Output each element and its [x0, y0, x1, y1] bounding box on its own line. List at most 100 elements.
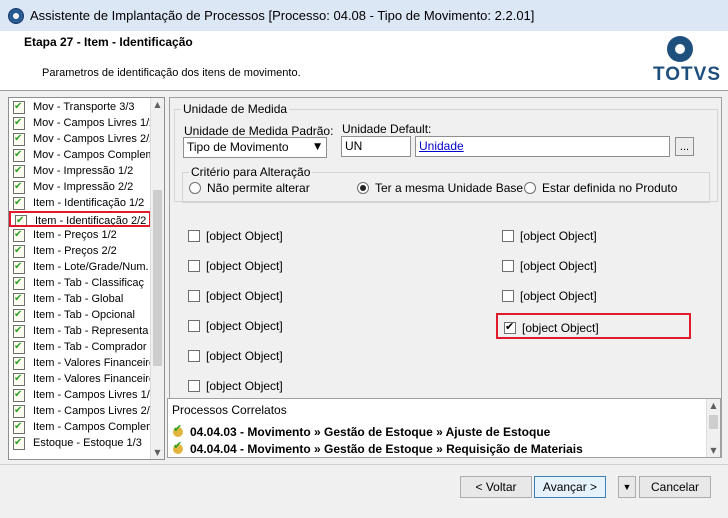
check-icon: [13, 147, 25, 163]
next-button[interactable]: Avançar >: [534, 476, 606, 498]
steps-tree[interactable]: Mov - Transporte 3/3 Mov - Campos Livres …: [8, 97, 165, 460]
check-icon: [13, 99, 25, 115]
tree-item[interactable]: Mov - Impressão 2/2: [9, 179, 151, 195]
tree-item[interactable]: Mov - Impressão 1/2: [9, 163, 151, 179]
tree-item[interactable]: Item - Lote/Grade/Num.: [9, 259, 151, 275]
step-title: Etapa 27 - Item - Identificação: [24, 35, 193, 49]
tree-item[interactable]: Item - Tab - Comprador: [9, 339, 151, 355]
check-icon: [13, 115, 25, 131]
check-icon: [13, 259, 25, 275]
processos-scrollbar[interactable]: ▲ ▼: [706, 399, 720, 457]
check-icon: [13, 243, 25, 259]
tree-item[interactable]: Item - Tab - Representa: [9, 323, 151, 339]
checkbox[interactable]: [502, 230, 514, 242]
tree-item-label: Item - Identificação 1/2: [33, 197, 145, 209]
unidade-padrao-select[interactable]: Tipo de Movimento ▼: [183, 137, 327, 158]
tree-item-selected[interactable]: Item - Identificação 2/2: [9, 211, 151, 227]
tree-item-label: Item - Tab - Classificaç: [33, 277, 145, 289]
processo-row[interactable]: 04.04.03 - Movimento » Gestão de Estoque…: [172, 422, 551, 439]
check-icon: [13, 307, 25, 323]
check-icon: [13, 291, 25, 307]
tree-item[interactable]: Item - Campos Livres 1/2: [9, 387, 151, 403]
unidade-link[interactable]: Unidade: [419, 139, 464, 153]
tree-item-label: Item - Campos Complem: [33, 421, 151, 433]
check-icon: [13, 419, 25, 435]
tree-item-label: Item - Tab - Global: [33, 293, 124, 305]
title-bar: Assistente de Implantação de Processos […: [0, 0, 728, 32]
tree-item[interactable]: Item - Preços 1/2: [9, 227, 151, 243]
tree-item[interactable]: Item - Valores Financeiro: [9, 355, 151, 371]
tree-item[interactable]: Mov - Campos Complem: [9, 147, 151, 163]
option-checkbox[interactable]: [object Object]: [496, 313, 691, 339]
radio-label: Não permite alterar: [207, 181, 310, 195]
tree-item[interactable]: Mov - Transporte 3/3: [9, 99, 151, 115]
browse-button[interactable]: ...: [675, 137, 694, 156]
tree-item[interactable]: Mov - Campos Livres 2/2: [9, 131, 151, 147]
tree-item[interactable]: Item - Tab - Global: [9, 291, 151, 307]
back-button[interactable]: < Voltar: [460, 476, 532, 498]
radio-label: Ter a mesma Unidade Base: [375, 181, 524, 195]
totvs-logo-icon: [667, 36, 693, 62]
checkbox-label: [object Object]: [206, 319, 283, 333]
cancel-button[interactable]: Cancelar: [639, 476, 711, 498]
checkbox[interactable]: [188, 260, 200, 272]
tree-item[interactable]: Item - Tab - Opcional: [9, 307, 151, 323]
check-icon: [13, 355, 25, 371]
radio-button[interactable]: [189, 182, 201, 194]
checkbox-label: [object Object]: [520, 229, 597, 243]
check-icon: [13, 403, 25, 419]
checkbox[interactable]: [188, 350, 200, 362]
radio-button[interactable]: [524, 182, 536, 194]
checkbox[interactable]: [188, 230, 200, 242]
scroll-down-icon[interactable]: ▼: [152, 448, 163, 457]
tree-item[interactable]: Item - Tab - Classificaç: [9, 275, 151, 291]
checkbox[interactable]: [188, 380, 200, 392]
tree-item-label: Mov - Campos Livres 1/2: [33, 117, 151, 129]
tree-scrollbar[interactable]: ▲ ▼: [150, 98, 164, 459]
processos-correlatos-list[interactable]: Processos Correlatos 04.04.03 - Moviment…: [167, 398, 721, 458]
process-gear-icon: [172, 422, 186, 438]
checkbox[interactable]: [188, 320, 200, 332]
checkbox[interactable]: [504, 320, 516, 334]
chevron-down-icon: ▼: [314, 142, 321, 152]
tree-item[interactable]: Item - Campos Complem: [9, 419, 151, 435]
unidade-default-desc-field[interactable]: Unidade: [415, 136, 670, 157]
processo-row-label: 04.04.03 - Movimento » Gestão de Estoque…: [190, 425, 551, 439]
checkbox-label: [object Object]: [520, 289, 597, 303]
tree-item[interactable]: Item - Valores Financeiro: [9, 371, 151, 387]
tree-item[interactable]: Mov - Campos Livres 1/2: [9, 115, 151, 131]
check-icon: [13, 227, 25, 243]
check-icon: [15, 213, 27, 225]
scroll-down-icon[interactable]: ▼: [708, 446, 719, 455]
scrollbar-thumb[interactable]: [709, 415, 718, 429]
app-icon: [8, 8, 24, 24]
check-icon: [13, 163, 25, 179]
step-description: Parametros de identificação dos itens de…: [42, 67, 301, 79]
tree-item[interactable]: Item - Campos Livres 2/2: [9, 403, 151, 419]
unidade-default-code-field[interactable]: UN: [341, 136, 411, 157]
wizard-header: Etapa 27 - Item - Identificação Parametr…: [0, 31, 728, 91]
unidade-group-label: Unidade de Medida: [183, 102, 288, 116]
checkbox[interactable]: [502, 290, 514, 302]
tree-item-label: Mov - Impressão 1/2: [33, 165, 134, 177]
tree-item-label: Mov - Campos Livres 2/2: [33, 133, 151, 145]
tree-item-label: Item - Tab - Opcional: [33, 309, 135, 321]
tree-item[interactable]: Item - Preços 2/2: [9, 243, 151, 259]
tree-item-label: Item - Lote/Grade/Num.: [33, 261, 149, 273]
scroll-up-icon[interactable]: ▲: [708, 401, 719, 410]
check-icon: [13, 131, 25, 147]
tree-item[interactable]: Item - Identificação 1/2: [9, 195, 151, 211]
tree-item[interactable]: Estoque - Estoque 1/3: [9, 435, 151, 451]
tree-item-label: Item - Valores Financeiro: [33, 357, 151, 369]
checkbox[interactable]: [188, 290, 200, 302]
check-icon: [13, 371, 25, 387]
processo-row[interactable]: 04.04.04 - Movimento » Gestão de Estoque…: [172, 439, 583, 456]
criterio-group-label: Critério para Alteração: [191, 165, 311, 179]
scrollbar-thumb[interactable]: [153, 190, 162, 366]
dropdown-chevron-icon[interactable]: ▼: [618, 476, 636, 498]
checkbox-label: [object Object]: [522, 321, 599, 335]
tree-item-label: Item - Tab - Comprador: [33, 341, 147, 353]
radio-button[interactable]: [357, 182, 369, 194]
scroll-up-icon[interactable]: ▲: [152, 100, 163, 109]
checkbox[interactable]: [502, 260, 514, 272]
